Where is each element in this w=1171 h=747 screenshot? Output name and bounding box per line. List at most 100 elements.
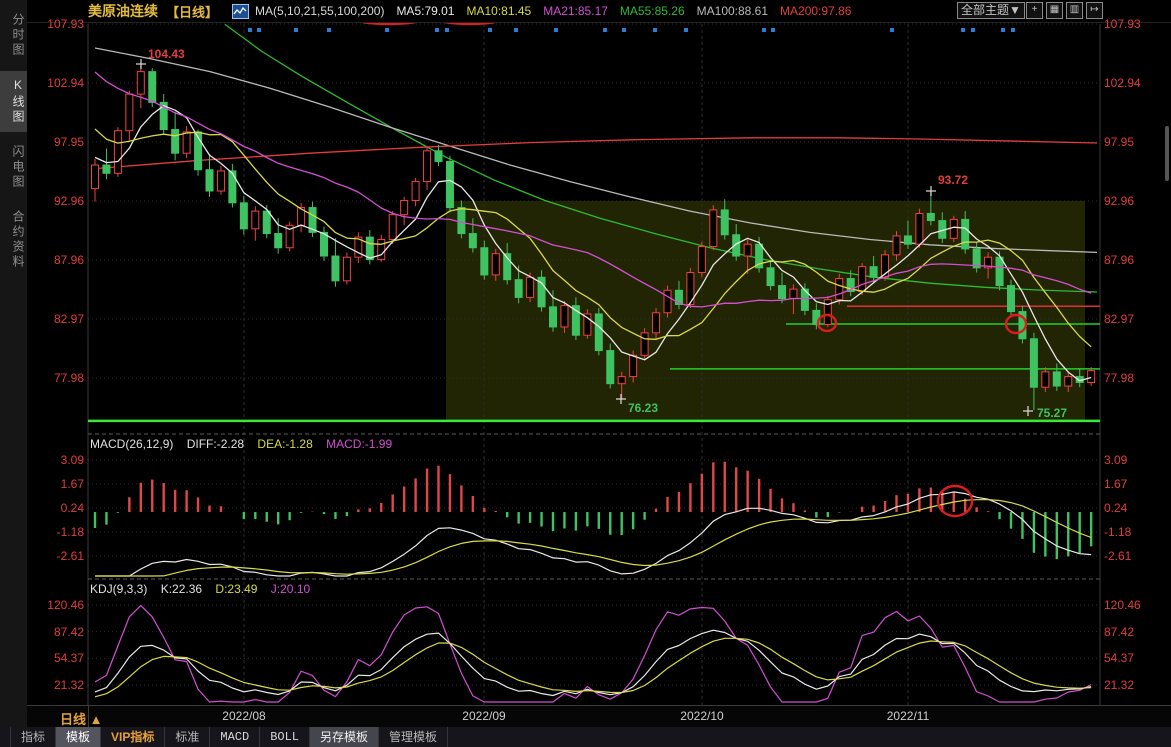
candle-body: [332, 256, 339, 281]
axis-label: 77.98: [1104, 372, 1134, 385]
ma-line-MA55: [225, 24, 1097, 292]
axis-label: 107.93: [40, 18, 84, 31]
candle-body: [458, 208, 465, 234]
candle-body: [985, 257, 992, 268]
candle-body: [618, 377, 625, 384]
candle-body: [504, 254, 511, 280]
candle-body: [916, 213, 923, 244]
ma-line-MA10: [95, 129, 1091, 347]
axis-label: 87.96: [40, 254, 84, 267]
candle-body: [950, 219, 957, 238]
collapse-icon[interactable]: ↦: [1086, 2, 1103, 19]
theme-dropdown[interactable]: 全部主题▼: [957, 2, 1025, 19]
ma-params-label: MA(5,10,21,55,100,200): [255, 4, 384, 18]
sidebar-item-3[interactable]: 合约资料: [0, 203, 27, 277]
sidebar-item-1[interactable]: K线图: [0, 71, 27, 132]
event-marker-dot: [327, 28, 331, 32]
kdj-d-value: D:23.49: [215, 582, 257, 596]
ma-indicator-icon[interactable]: [232, 4, 249, 19]
axis-label: 107.93: [1104, 18, 1141, 31]
grid-view-icon[interactable]: ▦: [1046, 2, 1063, 19]
candle-body: [378, 239, 385, 259]
sidebar-item-0[interactable]: 分时图: [0, 6, 27, 65]
event-marker-dot: [554, 28, 558, 32]
macd-dea-value: DEA:-1.28: [257, 437, 312, 451]
macd-dea-line: [95, 500, 1091, 576]
date-label: 2022/08: [214, 709, 274, 723]
xaxis-strip: 日线 ▲ 2022/082022/092022/102022/11: [27, 705, 1171, 728]
candle-body: [710, 210, 717, 247]
candle-body: [870, 267, 877, 278]
event-marker-dot: [971, 28, 975, 32]
candle-body: [183, 132, 190, 153]
candle-body: [355, 237, 362, 257]
symbol-title: 美原油连续: [88, 1, 158, 21]
macd-title: MACD(26,12,9): [90, 437, 173, 451]
bottom-tab-MACD[interactable]: MACD: [210, 727, 260, 747]
bottom-tab-标准[interactable]: 标准: [165, 727, 210, 747]
candle-body: [275, 234, 282, 248]
candle-body: [584, 314, 591, 335]
bottom-tab-bar: 指标模板VIP指标标准MACDBOLL另存模板管理模板: [0, 727, 1171, 747]
candle-body: [572, 306, 579, 336]
candle-body: [744, 244, 751, 256]
candle-body: [1019, 312, 1026, 339]
panel-view-icon[interactable]: ▥: [1066, 2, 1083, 19]
event-marker-dot: [1001, 28, 1005, 32]
axis-label: 87.42: [40, 626, 84, 639]
period-tag: 【日线】: [166, 2, 218, 21]
ma-legend: MA5:79.01MA10:81.45MA21:85.17MA55:85.26M…: [384, 4, 851, 18]
event-marker-dot: [1011, 28, 1015, 32]
bottom-tab-VIP指标[interactable]: VIP指标: [101, 727, 165, 747]
date-label: 2022/09: [454, 709, 514, 723]
candle-body: [630, 355, 637, 376]
candle-body: [252, 211, 259, 229]
chart-canvas[interactable]: [0, 0, 1171, 747]
candle-body: [160, 102, 167, 129]
period-selector[interactable]: 日线 ▲: [60, 709, 102, 728]
bottom-tab-指标[interactable]: 指标: [10, 727, 56, 747]
right-scrollbar[interactable]: [1165, 126, 1169, 181]
candle-body: [389, 215, 396, 240]
candle-body: [801, 289, 808, 310]
candle-body: [893, 236, 900, 255]
bottom-tab-管理模板[interactable]: 管理模板: [379, 727, 448, 747]
sidebar-item-2[interactable]: 闪电图: [0, 138, 27, 197]
kdj-k-line: [95, 630, 1091, 695]
candle-body: [263, 211, 270, 233]
candle-body: [492, 254, 499, 275]
event-marker-dot: [294, 28, 298, 32]
macd-diff-line: [95, 492, 1091, 576]
left-sidebar: 分时图 K线图闪电图合约资料: [0, 0, 28, 747]
bottom-tab-BOLL[interactable]: BOLL: [260, 727, 310, 747]
event-marker-dot: [445, 28, 449, 32]
axis-label: 97.95: [40, 136, 84, 149]
candle-body: [321, 232, 328, 256]
kdj-j-value: J:20.10: [271, 582, 310, 596]
candle-body: [469, 234, 476, 248]
axis-label: 120.46: [40, 599, 84, 612]
candle-body: [1042, 372, 1049, 387]
kdj-d-line: [95, 638, 1091, 697]
event-marker-dot: [514, 28, 518, 32]
macd-macd-value: MACD:-1.99: [326, 437, 392, 451]
candle-body: [790, 289, 797, 298]
candle-body: [904, 236, 911, 244]
axis-label: 120.46: [1104, 599, 1141, 612]
highlight-region: [446, 201, 1085, 421]
candle-body: [1065, 377, 1072, 386]
candle-body: [114, 131, 121, 174]
axis-label: 97.95: [1104, 136, 1134, 149]
bottom-tab-模板[interactable]: 模板: [56, 727, 101, 747]
candle-body: [172, 130, 179, 154]
crosshair-icon[interactable]: +: [1026, 2, 1043, 19]
ma-legend-value: MA100:88.61: [697, 4, 768, 18]
bottom-tab-另存模板[interactable]: 另存模板: [310, 727, 379, 747]
macd-panel-title: MACD(26,12,9) DIFF:-2.28 DEA:-1.28 MACD:…: [90, 437, 402, 451]
candle-body: [1008, 286, 1015, 312]
kdj-title: KDJ(9,3,3): [90, 582, 147, 596]
candle-body: [103, 165, 110, 173]
ma-legend-value: MA5:79.01: [396, 4, 454, 18]
candle-body: [756, 244, 763, 268]
candle-body: [973, 249, 980, 268]
